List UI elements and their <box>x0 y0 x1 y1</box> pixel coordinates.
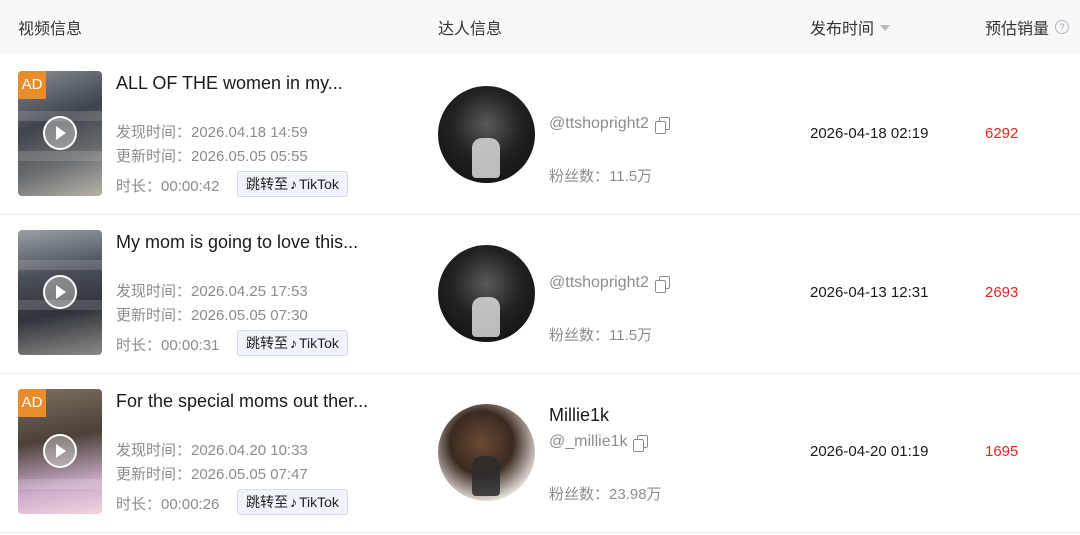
tiktok-logo-icon: ♪ <box>290 176 297 192</box>
video-duration: 时长：00:00:31 <box>116 337 220 354</box>
sort-caret-icon[interactable] <box>880 25 891 31</box>
creator-handle: @_millie1k <box>549 433 649 452</box>
estimated-sales: 2693 <box>985 284 1019 301</box>
avatar-shirt-graphic <box>472 138 500 178</box>
ad-badge: AD <box>18 389 46 417</box>
fans-count: 粉丝数：11.5万 <box>549 168 653 185</box>
video-thumbnail[interactable]: AD <box>18 389 102 514</box>
publish-time: 2026-04-18 02:19 <box>810 125 929 142</box>
fans-count: 粉丝数：11.5万 <box>549 327 653 344</box>
fans-count: 粉丝数：23.98万 <box>549 486 662 503</box>
tiktok-label: TikTok <box>299 335 339 351</box>
copy-icon[interactable] <box>654 116 670 134</box>
jump-label: 跳转至 <box>246 176 288 192</box>
creator-name[interactable]: Millie1k <box>549 405 609 426</box>
creator-avatar[interactable] <box>438 404 535 501</box>
header-creator-info: 达人信息 <box>438 21 503 38</box>
jump-label: 跳转至 <box>246 335 288 351</box>
thumbnail-shelf-decoration <box>18 151 102 161</box>
header-estimated-sales-label: 预估销量 <box>985 21 1050 38</box>
creator-avatar[interactable] <box>438 86 535 183</box>
jump-to-tiktok-button[interactable]: 跳转至 ♪ TikTok <box>237 330 348 356</box>
creator-handle-text: @ttshopright2 <box>549 115 649 132</box>
video-thumbnail[interactable] <box>18 230 102 355</box>
video-title[interactable]: My mom is going to love this... <box>116 232 358 253</box>
thumbnail-shelf-decoration <box>18 260 102 270</box>
discover-time: 发现时间：2026.04.18 14:59 <box>116 124 308 141</box>
creator-handle-text: @ttshopright2 <box>549 274 649 291</box>
thumbnail-shelf-decoration <box>18 479 102 489</box>
discover-time: 发现时间：2026.04.25 17:53 <box>116 283 308 300</box>
video-table: 视频信息 达人信息 发布时间 预估销量 ? AD ALL OF THE wome… <box>0 0 1080 535</box>
creator-avatar[interactable] <box>438 245 535 342</box>
update-time: 更新时间：2026.05.05 07:30 <box>116 307 308 324</box>
table-row: My mom is going to love this... 发现时间：202… <box>0 214 1080 374</box>
table-header: 视频信息 达人信息 发布时间 预估销量 ? <box>0 0 1080 54</box>
estimated-sales: 1695 <box>985 443 1019 460</box>
publish-time: 2026-04-13 12:31 <box>810 284 929 301</box>
table-row: AD ALL OF THE women in my... 发现时间：2026.0… <box>0 55 1080 215</box>
play-icon[interactable] <box>43 275 77 309</box>
video-thumbnail[interactable]: AD <box>18 71 102 196</box>
update-time: 更新时间：2026.05.05 05:55 <box>116 148 308 165</box>
creator-handle-text: @_millie1k <box>549 433 628 450</box>
tiktok-label: TikTok <box>299 176 339 192</box>
tiktok-label: TikTok <box>299 494 339 510</box>
publish-time: 2026-04-20 01:19 <box>810 443 929 460</box>
tiktok-logo-icon: ♪ <box>290 494 297 510</box>
header-publish-time-label: 发布时间 <box>810 21 875 38</box>
estimated-sales: 6292 <box>985 125 1019 142</box>
question-circle-icon[interactable]: ? <box>1055 20 1070 34</box>
jump-label: 跳转至 <box>246 494 288 510</box>
discover-time: 发现时间：2026.04.20 10:33 <box>116 442 308 459</box>
video-title[interactable]: ALL OF THE women in my... <box>116 73 343 94</box>
video-duration: 时长：00:00:26 <box>116 496 220 513</box>
video-title[interactable]: For the special moms out ther... <box>116 391 368 412</box>
video-duration: 时长：00:00:42 <box>116 178 220 195</box>
jump-to-tiktok-button[interactable]: 跳转至 ♪ TikTok <box>237 489 348 515</box>
play-icon[interactable] <box>43 116 77 150</box>
jump-to-tiktok-button[interactable]: 跳转至 ♪ TikTok <box>237 171 348 197</box>
avatar-shirt-graphic <box>472 297 500 337</box>
update-time: 更新时间：2026.05.05 07:47 <box>116 466 308 483</box>
creator-handle: @ttshopright2 <box>549 274 670 293</box>
ad-badge: AD <box>18 71 46 99</box>
table-row: AD For the special moms out ther... 发现时间… <box>0 373 1080 533</box>
avatar-shirt-graphic <box>472 456 500 496</box>
play-icon[interactable] <box>43 434 77 468</box>
copy-icon[interactable] <box>654 275 670 293</box>
header-estimated-sales[interactable]: 预估销量 ? <box>985 15 1070 39</box>
creator-handle: @ttshopright2 <box>549 115 670 134</box>
header-video-info: 视频信息 <box>18 21 83 38</box>
header-publish-time[interactable]: 发布时间 <box>810 15 891 39</box>
tiktok-logo-icon: ♪ <box>290 335 297 351</box>
copy-icon[interactable] <box>633 434 649 452</box>
